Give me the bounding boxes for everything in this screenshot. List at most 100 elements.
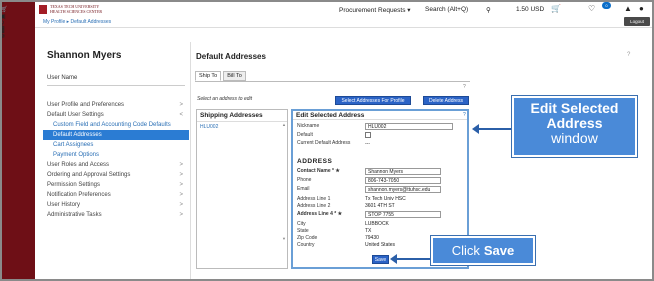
- menu-item-ordering-approval[interactable]: Ordering and Approval Settings >: [43, 170, 189, 180]
- procurement-requests-menu[interactable]: Procurement Requests ▾: [339, 6, 411, 14]
- menu-item-notification-preferences[interactable]: Notification Preferences >: [43, 190, 189, 200]
- click-save-callout: Click Save: [431, 236, 535, 265]
- notification-badge[interactable]: 0: [602, 2, 611, 9]
- tab-ship-to[interactable]: Ship To: [195, 71, 222, 81]
- chevron-right-icon: >: [179, 202, 183, 208]
- address-line-2-value: 3601 4TH ST: [365, 203, 395, 209]
- shipping-header: Shipping Addresses: [197, 110, 287, 122]
- phone-value: 806-743-7050: [368, 177, 400, 184]
- chevron-right-icon: >: [179, 162, 183, 168]
- default-label: Default: [297, 132, 313, 138]
- ttuhsc-logo[interactable]: TEXAS TECH UNIVERSITY HEALTH SCIENCES CE…: [39, 4, 103, 14]
- menu-item-default-addresses[interactable]: Default Addresses: [43, 130, 189, 140]
- edit-help-icon[interactable]: ?: [463, 112, 466, 118]
- save-button[interactable]: Save: [372, 255, 389, 264]
- contact-name-input[interactable]: Shannon Myers: [365, 168, 441, 175]
- callout-line-2: Address: [546, 115, 603, 131]
- logout-button[interactable]: Logout: [624, 17, 650, 26]
- menu-item-user-history[interactable]: User History >: [43, 200, 189, 210]
- chevron-right-icon: >: [179, 182, 183, 188]
- address-line-1-label: Address Line 1: [297, 196, 331, 202]
- help-icon[interactable]: ?: [627, 52, 630, 58]
- phone-label: Phone: [297, 177, 312, 183]
- heart-icon[interactable]: ♡: [588, 4, 595, 13]
- state-label: State: [297, 228, 309, 234]
- address-header: ADDRESS: [297, 158, 333, 165]
- contact-name-label: Contact Name * ★: [297, 168, 340, 174]
- menu-item-payment-options[interactable]: Payment Options: [43, 150, 189, 160]
- nickname-input[interactable]: HLU002: [365, 123, 453, 130]
- edit-header: Edit Selected Address: [293, 111, 467, 120]
- delete-address-label: Delete Address: [429, 97, 463, 104]
- logout-label: Logout: [630, 19, 644, 24]
- nickname-value: HLU002: [368, 123, 387, 130]
- address-line-1-value: Tx Tech Univ HSC: [365, 196, 406, 202]
- email-input[interactable]: shannon.myers@ttuhsc.edu: [365, 186, 441, 193]
- current-default-label: Current Default Address: [297, 140, 351, 146]
- user-icon[interactable]: ●: [639, 4, 644, 13]
- top-bar: TEXAS TECH UNIVERSITY HEALTH SCIENCES CE…: [35, 0, 654, 28]
- divider: [47, 85, 185, 86]
- zip-label: Zip Code: [297, 235, 318, 241]
- callout-line-3: window: [551, 130, 598, 146]
- menu-item-default-user-settings[interactable]: Default User Settings <: [43, 110, 189, 120]
- menu-item-administrative-tasks[interactable]: Administrative Tasks >: [43, 210, 189, 220]
- address-line-4-input[interactable]: STOP 7755: [365, 211, 441, 218]
- menu-item-cart-assignees[interactable]: Cart Assignees: [43, 140, 189, 150]
- chevron-down-icon: <: [179, 112, 183, 118]
- analytics-icon[interactable]: ❁: [0, 33, 35, 40]
- tab-bill-to[interactable]: Bill To: [223, 71, 246, 81]
- select-addresses-label: Select Addresses For Profile: [341, 97, 405, 104]
- callout-arrow-edit: [472, 124, 512, 134]
- breadcrumb[interactable]: My Profile ▸ Default Addresses: [43, 19, 111, 25]
- callout-save-text: Save: [483, 243, 515, 258]
- callout-line-1: Edit Selected: [530, 100, 619, 116]
- menu-item-user-profile[interactable]: User Profile and Preferences >: [43, 100, 189, 110]
- help-icon-small[interactable]: ?: [463, 84, 466, 90]
- state-value: TX: [365, 228, 372, 234]
- email-label: Email: [297, 186, 310, 192]
- cart-icon-top[interactable]: 🛒: [551, 4, 561, 13]
- delete-address-button[interactable]: Delete Address: [423, 96, 469, 105]
- zip-value: 79430: [365, 235, 379, 241]
- chevron-right-icon: >: [179, 172, 183, 178]
- save-label: Save: [374, 256, 387, 263]
- tab-divider: [195, 81, 470, 82]
- shipping-addresses-list: Shipping Addresses HLU002 ▲ ▼: [196, 109, 288, 269]
- menu-item-permission-settings[interactable]: Permission Settings >: [43, 180, 189, 190]
- bell-icon[interactable]: ▲: [624, 4, 632, 13]
- menu-item-custom-field-defaults[interactable]: Custom Field and Accounting Code Default…: [43, 120, 189, 130]
- cart-total[interactable]: 1.50 USD: [516, 6, 544, 13]
- settings-menu: User Profile and Preferences > Default Us…: [43, 100, 189, 220]
- nickname-label: Nickname: [297, 123, 320, 129]
- scroll-up-icon[interactable]: ▲: [282, 122, 286, 127]
- logo-text-2: HEALTH SCIENCES CENTER: [50, 8, 103, 14]
- address-line-4-label: Address Line 4 * ★: [297, 211, 343, 217]
- address-tabs: Ship To Bill To: [195, 71, 246, 81]
- menu-item-user-roles[interactable]: User Roles and Access >: [43, 160, 189, 170]
- default-checkbox[interactable]: [365, 132, 371, 138]
- logo-seal-icon: [39, 5, 47, 14]
- city-value: LUBBOCK: [365, 221, 389, 227]
- select-addresses-button[interactable]: Select Addresses For Profile: [335, 96, 411, 105]
- chevron-right-icon: >: [179, 212, 183, 218]
- search-label[interactable]: Search (Alt+Q): [425, 6, 468, 13]
- contact-name-value: Shannon Myers: [368, 168, 404, 175]
- country-value: United States: [365, 242, 396, 248]
- cart-icon[interactable]: 🛒: [0, 6, 35, 13]
- address-line-2-label: Address Line 2: [297, 203, 331, 209]
- username-label: User Name: [47, 75, 78, 81]
- profile-panel: Shannon Myers User Name User Profile and…: [35, 42, 191, 281]
- documents-icon[interactable]: ▣: [0, 13, 35, 20]
- left-nav: ⌂ 🛒 ▣ ⚲ ▓ ❁: [0, 0, 35, 281]
- edit-address-callout: Edit Selected Address window: [512, 96, 637, 157]
- phone-input[interactable]: 806-743-7050: [365, 177, 441, 184]
- address-line-4-value: STOP 7755: [368, 211, 394, 218]
- search-icon[interactable]: ⚲: [486, 6, 491, 14]
- shipping-item[interactable]: HLU002: [197, 122, 287, 132]
- profile-name: Shannon Myers: [47, 50, 122, 61]
- page-title: Default Addresses: [196, 52, 266, 61]
- scroll-down-icon[interactable]: ▼: [282, 236, 286, 241]
- chevron-right-icon: >: [179, 192, 183, 198]
- money-icon[interactable]: ⚲: [0, 20, 35, 27]
